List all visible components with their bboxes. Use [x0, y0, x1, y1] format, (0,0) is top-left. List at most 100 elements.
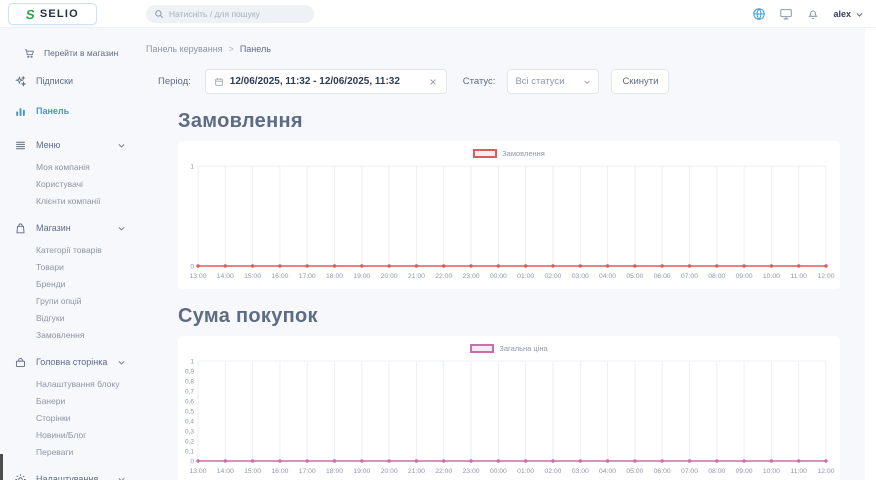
- sidebar-section-store[interactable]: Магазин: [0, 215, 136, 241]
- sidebar-item-subscriptions[interactable]: Підписки: [0, 66, 136, 96]
- svg-text:17:00: 17:00: [299, 273, 316, 280]
- vertical-scrollbar[interactable]: [865, 28, 876, 480]
- menu-icon: [14, 139, 27, 152]
- svg-text:19:00: 19:00: [353, 273, 370, 280]
- chart-legend[interactable]: Замовлення: [178, 146, 840, 160]
- chart-legend[interactable]: Загальна ціна: [178, 341, 840, 355]
- svg-text:0,2: 0,2: [185, 438, 194, 445]
- sidebar-item-orders[interactable]: Замовлення: [0, 326, 136, 343]
- sidebar-item-dashboard[interactable]: Панель: [0, 96, 136, 126]
- period-label: Період:: [158, 76, 191, 87]
- sidebar-section-menu[interactable]: Меню: [0, 132, 136, 158]
- svg-text:01:00: 01:00: [517, 468, 534, 475]
- svg-text:09:00: 09:00: [736, 273, 753, 280]
- breadcrumb-separator: >: [229, 44, 234, 54]
- svg-text:22:00: 22:00: [435, 273, 452, 280]
- chart-svg-0: 1013:0014:0015:0016:0017:0018:0019:0020:…: [178, 160, 840, 284]
- charts-area: ЗамовленняЗамовлення1013:0014:0015:0016:…: [136, 110, 876, 480]
- svg-text:23:00: 23:00: [463, 273, 480, 280]
- svg-text:19:00: 19:00: [353, 468, 370, 475]
- sidebar-item-block-settings[interactable]: Налаштування блоку: [0, 375, 136, 392]
- period-value: 12/06/2025, 11:32 - 12/06/2025, 11:32: [230, 76, 422, 87]
- sidebar-section-settings[interactable]: Налаштування: [0, 466, 136, 480]
- status-value: Всі статуси: [515, 76, 564, 87]
- cart-icon: [24, 47, 35, 60]
- svg-text:17:00: 17:00: [299, 468, 316, 475]
- svg-text:00:00: 00:00: [490, 468, 507, 475]
- sidebar-item-news-blog[interactable]: Новини/Блог: [0, 426, 136, 443]
- svg-text:02:00: 02:00: [544, 468, 561, 475]
- clear-period-icon[interactable]: [428, 77, 438, 87]
- sidebar-item-product-categories[interactable]: Категорії товарів: [0, 241, 136, 258]
- svg-text:0,9: 0,9: [185, 368, 194, 375]
- sidebar-item-option-groups[interactable]: Групи опцій: [0, 292, 136, 309]
- svg-text:01:00: 01:00: [517, 273, 534, 280]
- svg-text:21:00: 21:00: [408, 468, 425, 475]
- header-actions: alex: [752, 0, 864, 28]
- svg-text:03:00: 03:00: [572, 468, 589, 475]
- sidebar-section-home-page[interactable]: Головна сторінка: [0, 349, 136, 375]
- chevron-down-icon: [117, 141, 126, 150]
- svg-text:22:00: 22:00: [435, 468, 452, 475]
- sidebar-item-company-clients[interactable]: Клієнти компанії: [0, 192, 136, 209]
- sidebar-item-products[interactable]: Товари: [0, 258, 136, 275]
- legend-swatch: [470, 344, 494, 353]
- sidebar-item-reviews[interactable]: Відгуки: [0, 309, 136, 326]
- sidebar-item-advantages[interactable]: Переваги: [0, 443, 136, 460]
- sidebar-item-banners[interactable]: Банери: [0, 392, 136, 409]
- monitor-icon[interactable]: [779, 7, 793, 21]
- status-label: Статус:: [463, 76, 496, 87]
- notifications-bell-icon[interactable]: [806, 7, 820, 21]
- svg-text:06:00: 06:00: [654, 273, 671, 280]
- chevron-down-icon: [117, 475, 126, 480]
- breadcrumb: Панель керування > Панель: [146, 44, 876, 54]
- svg-text:0,7: 0,7: [185, 388, 194, 395]
- handbag-icon: [14, 356, 27, 369]
- svg-text:0,6: 0,6: [185, 398, 194, 405]
- svg-text:0: 0: [190, 458, 194, 465]
- sidebar-item-my-company[interactable]: Моя компанія: [0, 158, 136, 175]
- svg-text:11:00: 11:00: [790, 468, 807, 475]
- sidebar-item-brands[interactable]: Бренди: [0, 275, 136, 292]
- sidebar-item-label: Підписки: [36, 76, 73, 86]
- svg-text:04:00: 04:00: [599, 273, 616, 280]
- svg-text:12:00: 12:00: [817, 468, 834, 475]
- chart-title-1: Сума покупок: [178, 305, 876, 328]
- svg-text:08:00: 08:00: [708, 273, 725, 280]
- svg-text:10:00: 10:00: [763, 273, 780, 280]
- top-header: S SELIO alex: [0, 0, 876, 28]
- calendar-icon: [214, 77, 224, 87]
- bar-chart-icon: [14, 105, 27, 118]
- logo[interactable]: S SELIO: [8, 3, 97, 25]
- sidebar-item-go-to-store[interactable]: Перейти в магазин: [0, 40, 136, 66]
- chevron-down-icon: [855, 10, 864, 19]
- language-globe-icon[interactable]: [752, 7, 766, 21]
- svg-text:0: 0: [190, 263, 194, 270]
- chevron-down-icon: [117, 358, 126, 367]
- reset-button[interactable]: Скинути: [611, 69, 669, 94]
- left-scrollbar-thumb[interactable]: [0, 454, 3, 480]
- svg-text:12:00: 12:00: [817, 273, 834, 280]
- status-select[interactable]: Всі статуси: [507, 69, 599, 94]
- search-box[interactable]: [146, 5, 314, 23]
- legend-swatch: [473, 149, 497, 158]
- search-input[interactable]: [169, 9, 306, 19]
- main-content: Панель керування > Панель Період: 12/06/…: [136, 28, 876, 480]
- svg-text:13:00: 13:00: [189, 468, 206, 475]
- logo-icon: S: [25, 8, 35, 21]
- svg-text:13:00: 13:00: [189, 273, 206, 280]
- breadcrumb-dashboard-link[interactable]: Панель керування: [146, 44, 223, 54]
- svg-text:21:00: 21:00: [408, 273, 425, 280]
- sparkles-icon: [14, 75, 27, 88]
- svg-text:05:00: 05:00: [626, 468, 643, 475]
- user-menu[interactable]: alex: [833, 9, 864, 19]
- period-date-range-input[interactable]: 12/06/2025, 11:32 - 12/06/2025, 11:32: [205, 69, 447, 94]
- chart-svg-1: 10,90,80,70,60,50,40,30,20,1013:0014:001…: [178, 355, 840, 479]
- legend-label: Замовлення: [502, 149, 545, 158]
- svg-text:0,3: 0,3: [185, 428, 194, 435]
- bag-icon: [14, 222, 27, 235]
- sidebar-item-users[interactable]: Користувачі: [0, 175, 136, 192]
- sidebar-item-pages[interactable]: Сторінки: [0, 409, 136, 426]
- chart-card-0: Замовлення1013:0014:0015:0016:0017:0018:…: [178, 141, 840, 289]
- sidebar-section-label: Налаштування: [36, 474, 108, 480]
